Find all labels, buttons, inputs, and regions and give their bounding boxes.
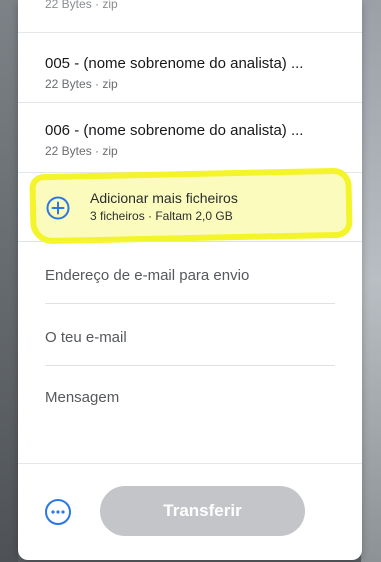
message-placeholder: Mensagem <box>45 389 120 406</box>
file-meta: 22 Bytes · zip <box>45 144 118 158</box>
file-item-cut-meta: 22 Bytes · zip <box>45 0 118 11</box>
recipient-email-field[interactable]: Endereço de e-mail para envio <box>45 242 335 304</box>
file-name: 006 - (nome sobrenome do analista) ... <box>45 122 304 139</box>
sender-email-placeholder: O teu e-mail <box>45 329 127 346</box>
recipient-email-placeholder: Endereço de e-mail para envio <box>45 267 250 284</box>
divider <box>18 463 362 464</box>
files-remaining-meta: 3 ficheiros · Faltam 2,0 GB <box>90 209 233 223</box>
message-field[interactable]: Mensagem <box>45 366 335 462</box>
file-meta: 22 Bytes · zip <box>45 77 118 91</box>
transfer-panel: 22 Bytes · zip 005 - (nome sobrenome do … <box>18 0 362 560</box>
ellipsis-circle-icon[interactable] <box>44 498 72 526</box>
file-name: 005 - (nome sobrenome do analista) ... <box>45 55 304 72</box>
file-item-005[interactable]: 005 - (nome sobrenome do analista) ... 2… <box>18 33 362 103</box>
add-more-files-label: Adicionar mais ficheiros <box>90 190 238 206</box>
file-item-006[interactable]: 006 - (nome sobrenome do analista) ... 2… <box>18 103 362 173</box>
sender-email-field[interactable]: O teu e-mail <box>45 304 335 366</box>
background-left <box>0 0 18 562</box>
transfer-button[interactable]: Transferir <box>100 486 305 536</box>
file-item-cut[interactable]: 22 Bytes · zip <box>18 0 362 33</box>
background-right <box>361 0 381 562</box>
plus-circle-icon[interactable] <box>46 196 70 220</box>
